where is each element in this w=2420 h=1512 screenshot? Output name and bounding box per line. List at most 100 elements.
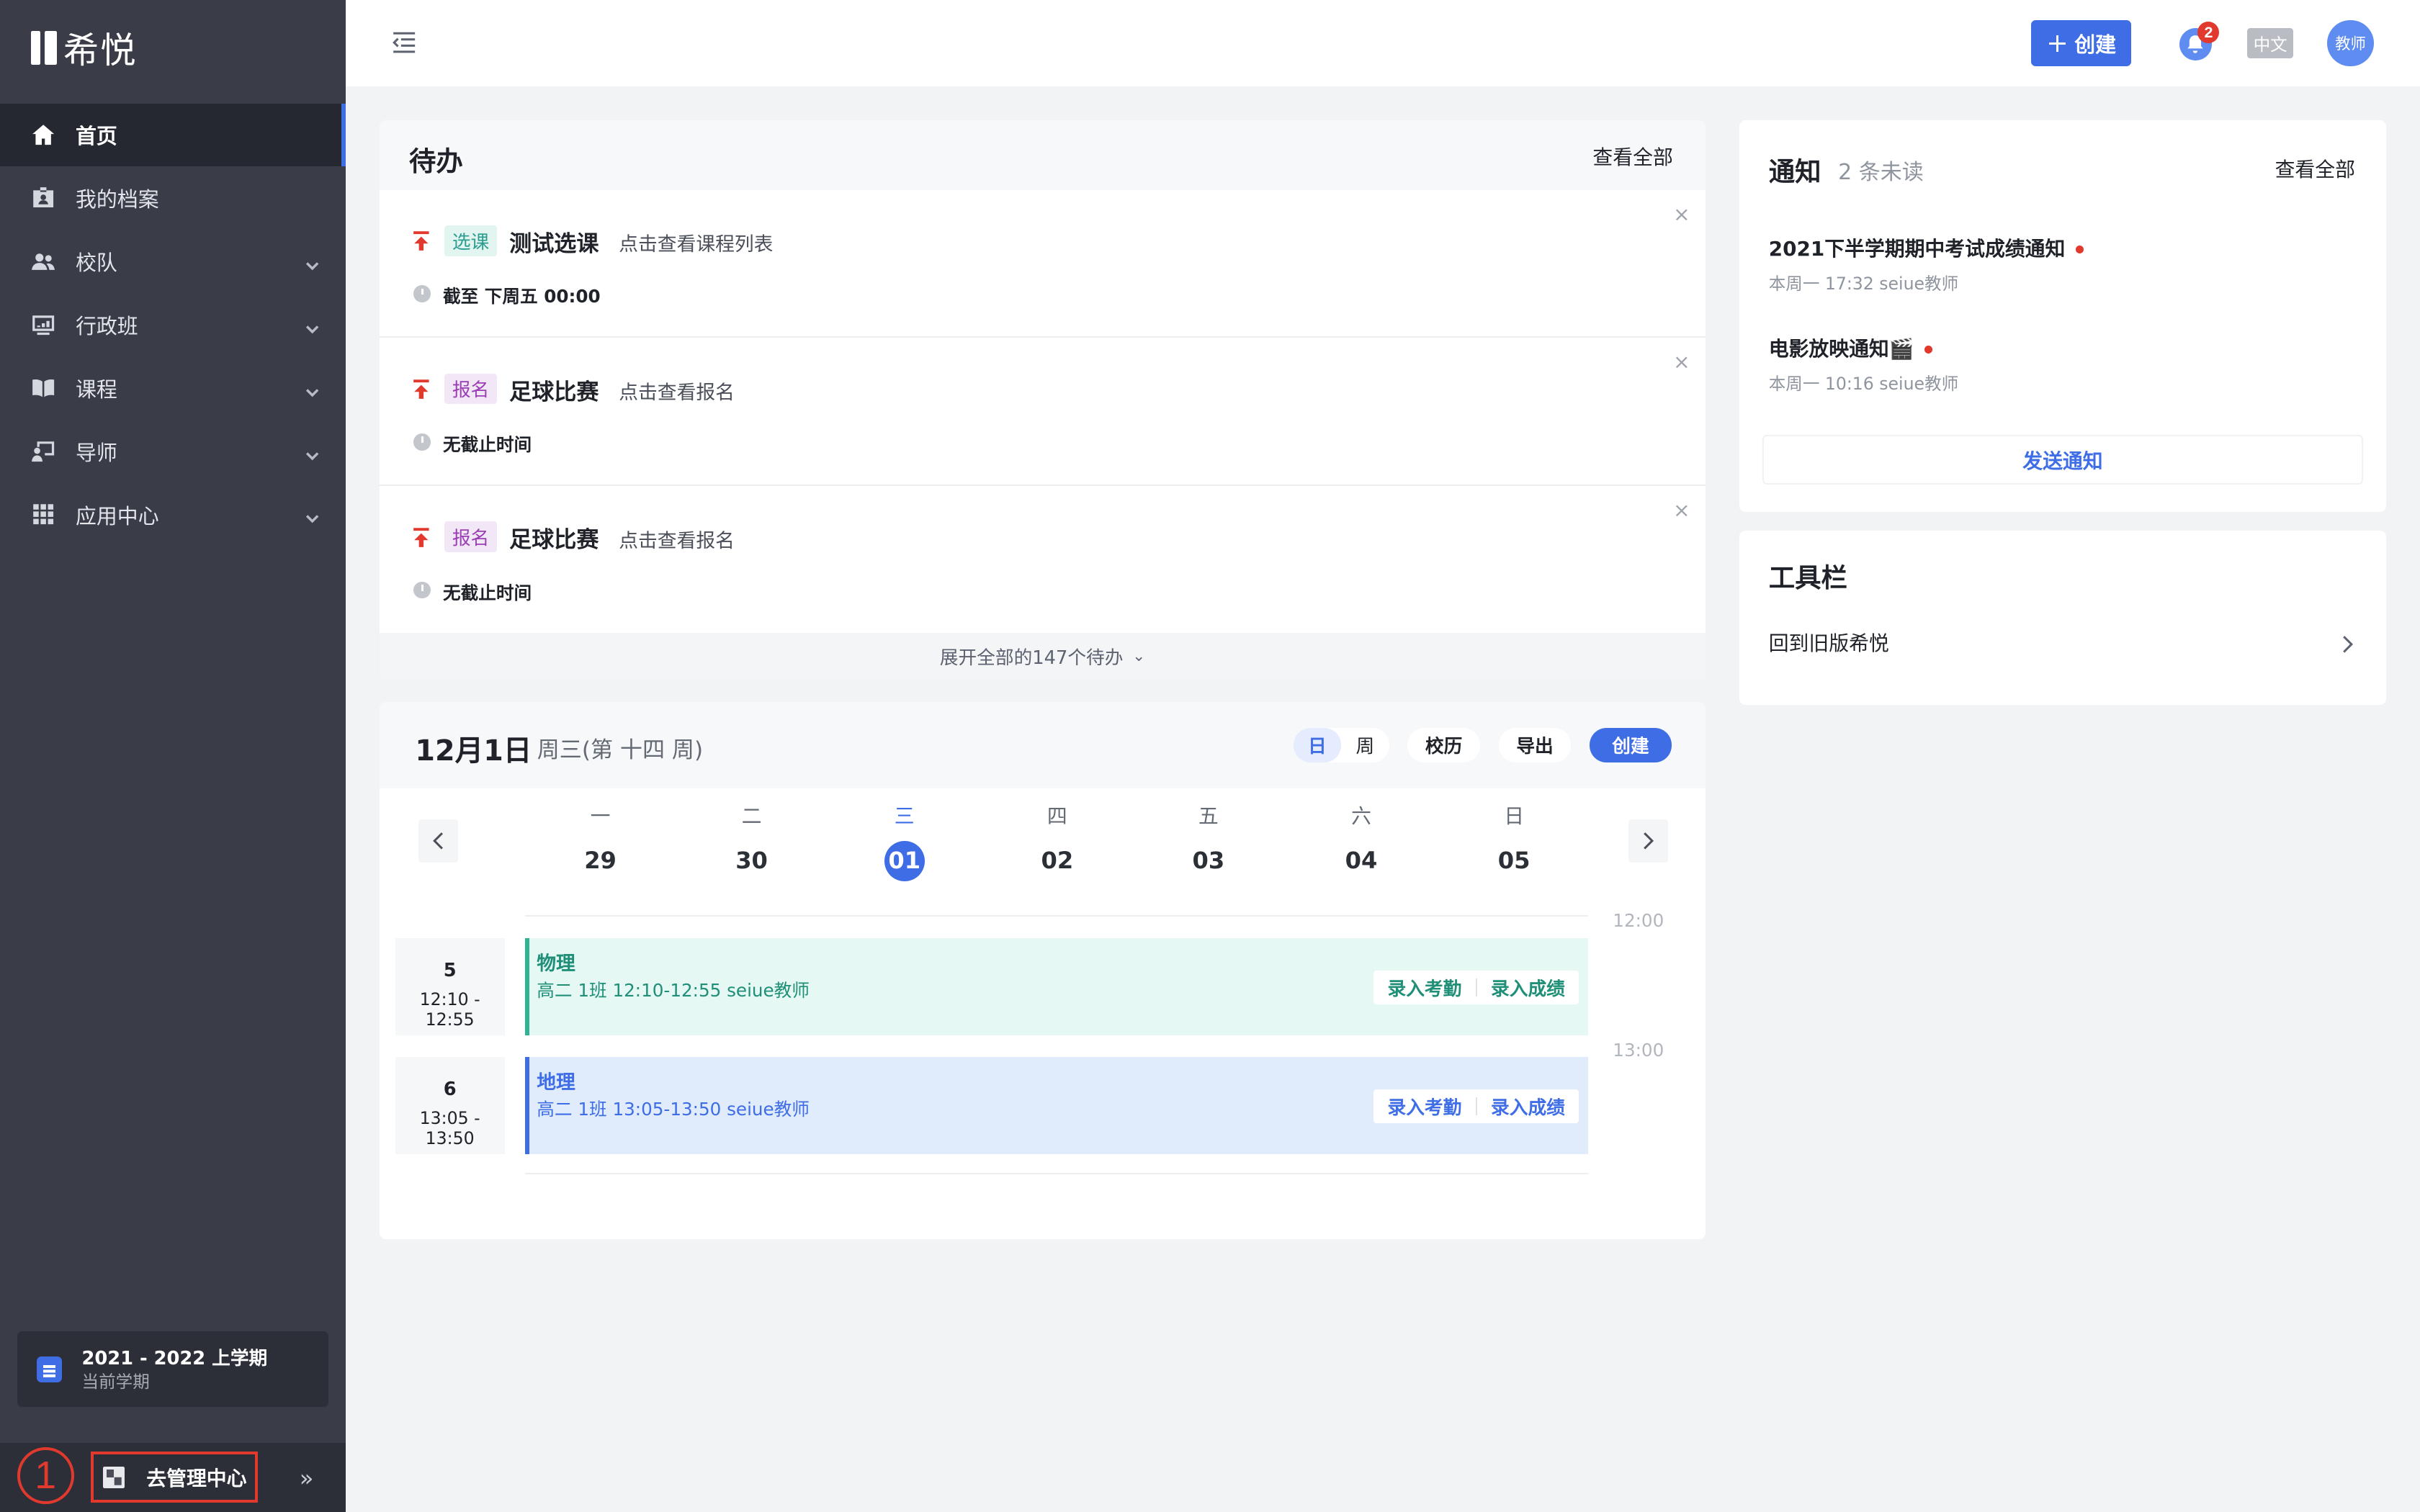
- apps-grid-icon: [31, 502, 55, 526]
- record-grades-button[interactable]: 录入成绩: [1477, 974, 1579, 1001]
- admin-center-icon: [103, 1466, 125, 1488]
- day-column[interactable]: 四 02: [1018, 801, 1095, 881]
- todo-detail-link[interactable]: 点击查看报名: [619, 377, 735, 405]
- expand-all-todos-button[interactable]: 展开全部的147个待办 ⌄: [380, 632, 1706, 680]
- sidebar-item-label: 应用中心: [75, 503, 159, 528]
- lesson-block[interactable]: 地理 高二 1班 13:05-13:50 seiue教师 录入考勤 录入成绩: [524, 1056, 1588, 1154]
- lesson-actions: 录入考勤 录入成绩: [1373, 1089, 1579, 1123]
- previous-week-button[interactable]: [418, 819, 459, 863]
- class-board-icon: [31, 312, 55, 337]
- todo-card: 待办 查看全部 × 选课 测试选课 点击查看课程列表 截至 下周五 00:00 …: [380, 120, 1706, 680]
- unread-dot-icon: [2076, 246, 2084, 253]
- export-button[interactable]: 导出: [1498, 728, 1572, 762]
- chevron-down-icon: [305, 316, 319, 334]
- top-bar: + 创建 2 中文 教师: [346, 0, 2420, 86]
- current-term-card[interactable]: 2021 - 2022 上学期 当前学期: [17, 1331, 329, 1408]
- user-avatar[interactable]: 教师: [2327, 19, 2374, 67]
- sidebar-item-home[interactable]: 首页: [0, 103, 346, 167]
- day-weekday: 三: [894, 804, 915, 829]
- sidebar-nav: 首页 我的档案 校队 行政班 课程 导师 应用中心: [0, 103, 346, 546]
- day-column[interactable]: 一 29: [562, 801, 639, 881]
- sidebar-item-label: 首页: [75, 124, 117, 149]
- sidebar-item-mentor[interactable]: 导师: [0, 420, 346, 483]
- day-column[interactable]: 日 05: [1476, 801, 1553, 881]
- notice-meta: 本周一 10:16 seiue教师: [1768, 374, 1959, 395]
- notice-item-title[interactable]: 电影放映通知🎬: [1769, 333, 1933, 362]
- sidebar: 希悦 首页 我的档案 校队 行政班 课程 导师 应用中心 2021 - 2022…: [0, 0, 346, 1512]
- time-label: 12:00: [1613, 910, 1664, 932]
- app-logo[interactable]: 希悦: [30, 24, 138, 71]
- lesson-subject: 地理: [537, 1071, 575, 1094]
- chevron-down-icon: [305, 443, 319, 460]
- todo-item[interactable]: × 报名 足球比赛 点击查看报名 无截止时间: [380, 486, 1706, 634]
- sidebar-item-label: 课程: [75, 377, 117, 402]
- language-switch[interactable]: 中文: [2247, 27, 2294, 59]
- view-day-tab[interactable]: 日: [1293, 728, 1342, 762]
- school-calendar-button[interactable]: 校历: [1407, 728, 1480, 762]
- todo-type-tag: 选课: [444, 225, 497, 256]
- record-grades-button[interactable]: 录入成绩: [1477, 1093, 1579, 1120]
- close-icon[interactable]: ×: [1673, 202, 1690, 226]
- logo-mark-icon: [30, 30, 58, 65]
- create-button[interactable]: + 创建: [2031, 19, 2132, 67]
- period-time: 12:10 - 12:55: [419, 989, 480, 1030]
- lesson-block[interactable]: 物理 高二 1班 12:10-12:55 seiue教师 录入考勤 录入成绩: [524, 937, 1588, 1035]
- todo-item[interactable]: × 选课 测试选课 点击查看课程列表 截至 下周五 00:00: [380, 190, 1706, 338]
- notification-count-badge: 2: [2197, 22, 2220, 43]
- notice-card: 通知 2 条未读 查看全部 2021下半学期期中考试成绩通知 本周一 17:32…: [1739, 120, 2386, 513]
- menu-fold-icon[interactable]: [392, 31, 416, 54]
- expand-all-label: 展开全部的147个待办: [939, 647, 1124, 670]
- sidebar-item-course[interactable]: 课程: [0, 356, 346, 420]
- chevron-left-icon: [433, 832, 443, 850]
- chevron-down-icon: [305, 379, 319, 397]
- schedule-header: 12月1日 周三(第 十四 周) 日 周 校历 导出 创建: [380, 701, 1706, 788]
- view-week-tab[interactable]: 周: [1341, 728, 1389, 762]
- todo-item[interactable]: × 报名 足球比赛 点击查看报名 无截止时间: [380, 338, 1706, 486]
- go-admin-center-button[interactable]: 去管理中心: [91, 1452, 258, 1503]
- back-to-old-version-link[interactable]: 回到旧版希悦: [1769, 628, 1889, 657]
- day-number: 29: [584, 846, 617, 874]
- next-week-button[interactable]: [1628, 819, 1669, 863]
- sidebar-item-label: 我的档案: [75, 187, 159, 212]
- day-column[interactable]: 二 30: [713, 801, 790, 881]
- send-notice-button[interactable]: 发送通知: [1764, 436, 2362, 483]
- day-column[interactable]: 五 03: [1170, 801, 1247, 881]
- schedule-create-button[interactable]: 创建: [1590, 728, 1672, 762]
- term-subtitle: 当前学期: [81, 1371, 150, 1392]
- create-button-label: 创建: [2074, 32, 2117, 57]
- todo-header: 待办 查看全部: [380, 120, 1706, 190]
- todo-deadline: 无截止时间: [442, 433, 532, 455]
- period-number: 6: [443, 1078, 457, 1100]
- notice-item-title[interactable]: 2021下半学期期中考试成绩通知: [1769, 233, 2084, 262]
- lesson-info: 高二 1班 12:10-12:55 seiue教师: [537, 980, 810, 1002]
- sidebar-item-admin-class[interactable]: 行政班: [0, 293, 346, 356]
- period-time: 13:05 - 13:50: [419, 1107, 480, 1148]
- sidebar-item-team[interactable]: 校队: [0, 230, 346, 293]
- chevron-down-icon: ⌄: [1132, 647, 1146, 666]
- clock-icon: [413, 581, 431, 599]
- notice-title: 通知: [1768, 156, 1821, 187]
- todo-detail-link[interactable]: 点击查看课程列表: [619, 228, 773, 256]
- sidebar-item-app-center[interactable]: 应用中心: [0, 483, 346, 546]
- lesson-subject: 物理: [537, 952, 575, 975]
- unread-dot-icon: [1924, 346, 1933, 354]
- close-icon[interactable]: ×: [1673, 350, 1690, 374]
- day-weekday: 五: [1198, 804, 1219, 829]
- day-column[interactable]: 六 04: [1322, 801, 1399, 881]
- record-attendance-button[interactable]: 录入考勤: [1373, 974, 1475, 1001]
- record-attendance-button[interactable]: 录入考勤: [1373, 1093, 1475, 1120]
- pin-top-icon: [412, 378, 431, 400]
- close-icon[interactable]: ×: [1673, 498, 1690, 522]
- todo-title: 待办: [408, 145, 463, 177]
- todo-detail-link[interactable]: 点击查看报名: [619, 525, 735, 553]
- notice-view-all-link[interactable]: 查看全部: [2275, 154, 2355, 183]
- collapse-sidebar-icon[interactable]: »: [300, 1464, 314, 1492]
- day-number: 01: [884, 840, 925, 881]
- lesson-actions: 录入考勤 录入成绩: [1373, 970, 1579, 1004]
- sidebar-item-profile[interactable]: 我的档案: [0, 166, 346, 230]
- todo-name: 足球比赛: [509, 379, 599, 405]
- id-card-icon: [31, 186, 55, 210]
- schedule-date: 12月1日: [415, 734, 532, 768]
- todo-view-all-link[interactable]: 查看全部: [1592, 142, 1672, 171]
- day-column-today[interactable]: 三 01: [866, 801, 943, 881]
